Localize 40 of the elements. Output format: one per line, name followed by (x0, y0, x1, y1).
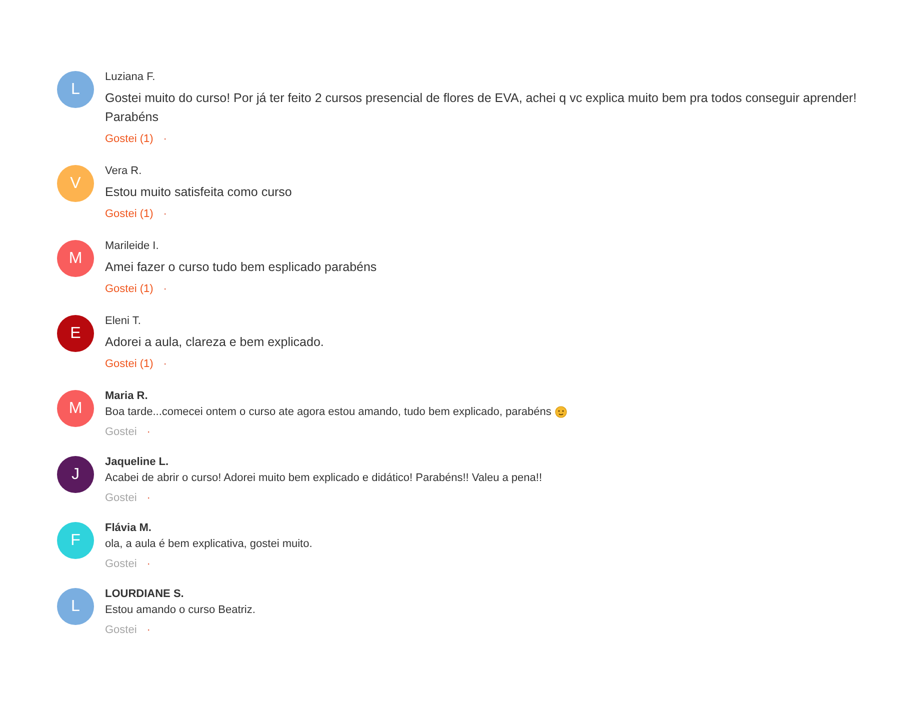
separator-dot: · (146, 558, 150, 570)
author-name: Eleni T. (105, 314, 142, 329)
separator-dot: · (163, 133, 167, 145)
author-name: LOURDIANE S. (105, 587, 185, 602)
like-link[interactable]: Gostei (1) (105, 206, 154, 222)
comment-text: Gostei muito do curso! Por já ter feito 2 cursos presencial de flores de EVA, achei q vc explica muito bem pra todos conseguir aprender! Parabéns (105, 90, 858, 126)
avatar: M (57, 390, 94, 427)
comment-text: Amei fazer o curso tudo bem esplicado parabéns (105, 259, 377, 276)
author-name: Vera R. (105, 164, 143, 179)
separator-dot: · (163, 208, 167, 220)
author-name: Flávia M. (105, 521, 152, 536)
separator-dot: · (163, 358, 167, 370)
author-name: Marileide I. (105, 239, 160, 254)
avatar: V (57, 165, 94, 202)
like-link[interactable]: Gostei (105, 490, 137, 506)
avatar: L (57, 588, 94, 625)
like-link[interactable]: Gostei (1) (105, 281, 154, 297)
avatar: E (57, 315, 94, 352)
author-name: Maria R. (105, 389, 149, 404)
avatar: J (57, 456, 94, 493)
comment-text: Estou muito satisfeita como curso (105, 184, 292, 201)
separator-dot: · (146, 624, 150, 636)
comment-text: Acabei de abrir o curso! Adorei muito bem explicado e didático! Parabéns!! Valeu a pena!! (105, 471, 542, 486)
avatar: L (57, 71, 94, 108)
like-link[interactable]: Gostei (1) (105, 356, 154, 372)
separator-dot: · (146, 492, 150, 504)
like-link[interactable]: Gostei (105, 622, 137, 638)
avatar: F (57, 522, 94, 559)
like-link[interactable]: Gostei (105, 424, 137, 440)
comment-text: Estou amando o curso Beatriz. (105, 603, 256, 618)
avatar: M (57, 240, 94, 277)
comment-text: ola, a aula é bem explicativa, gostei muito. (105, 537, 312, 552)
author-name: Luziana F. (105, 70, 156, 85)
like-link[interactable]: Gostei (1) (105, 131, 154, 147)
like-link[interactable]: Gostei (105, 556, 137, 572)
separator-dot: · (163, 283, 167, 295)
author-name: Jaqueline L. (105, 455, 170, 470)
comment-text: Adorei a aula, clareza e bem explicado. (105, 334, 324, 351)
separator-dot: · (146, 426, 150, 438)
comment-text: Boa tarde...comecei ontem o curso ate agora estou amando, tudo bem explicado, parabéns (105, 405, 552, 420)
